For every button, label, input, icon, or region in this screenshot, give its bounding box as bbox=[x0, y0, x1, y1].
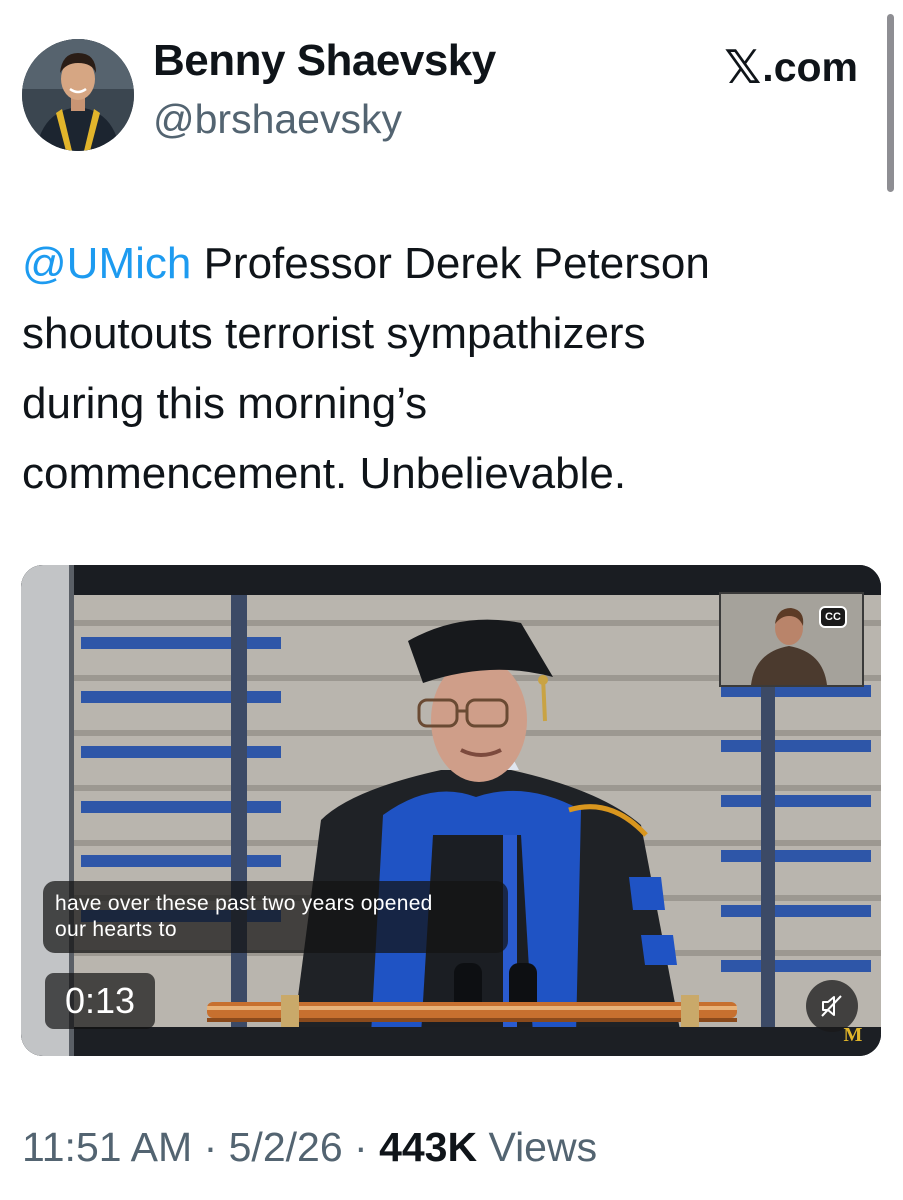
closed-captions-button[interactable]: CC bbox=[819, 606, 847, 628]
author-display-name[interactable]: Benny Shaevsky bbox=[153, 36, 496, 86]
video-caption: have over these past two years opened ou… bbox=[43, 881, 508, 953]
post-time[interactable]: 11:51 AM bbox=[22, 1124, 192, 1170]
speaker-muted-icon bbox=[821, 995, 842, 1017]
video-elapsed-time: 0:13 bbox=[45, 973, 155, 1029]
tweet-text: @UMich Professor Derek Peterson shoutout… bbox=[22, 229, 882, 509]
caption-line: have over these past two years opened bbox=[55, 892, 433, 915]
avatar[interactable] bbox=[22, 39, 134, 151]
avatar-photo bbox=[22, 39, 134, 151]
svg-text:M: M bbox=[844, 1024, 863, 1045]
mention-link[interactable]: @UMich bbox=[22, 239, 191, 288]
tweet-text-line: commencement. Unbelievable. bbox=[22, 449, 627, 498]
brand-label: 𝕏 .com bbox=[724, 40, 858, 94]
scrollbar[interactable] bbox=[887, 14, 894, 192]
tweet-text-line: Professor Derek Peterson bbox=[191, 239, 710, 288]
views-label: Views bbox=[477, 1124, 598, 1170]
author-handle[interactable]: @brshaevsky bbox=[153, 96, 402, 143]
tweet-text-line: shoutouts terrorist sympathizers bbox=[22, 309, 646, 358]
michigan-logo-watermark: M bbox=[844, 1024, 863, 1045]
post-date[interactable]: 5/2/26 bbox=[229, 1124, 343, 1170]
meta-separator: · bbox=[192, 1124, 229, 1170]
tweet-text-line: during this morning’s bbox=[22, 379, 428, 428]
x-logo-icon: 𝕏 bbox=[724, 41, 762, 93]
brand-suffix: .com bbox=[762, 43, 858, 90]
caption-line: our hearts to bbox=[55, 918, 177, 941]
views-count: 443K bbox=[379, 1124, 478, 1170]
tweet-line-1: @UMich Professor Derek Peterson bbox=[22, 229, 882, 299]
video-player[interactable]: CC have over these past two years opened… bbox=[21, 565, 881, 1056]
tweet-meta: 11:51 AM · 5/2/26 · 443K Views bbox=[22, 1124, 597, 1171]
meta-separator: · bbox=[342, 1124, 380, 1170]
